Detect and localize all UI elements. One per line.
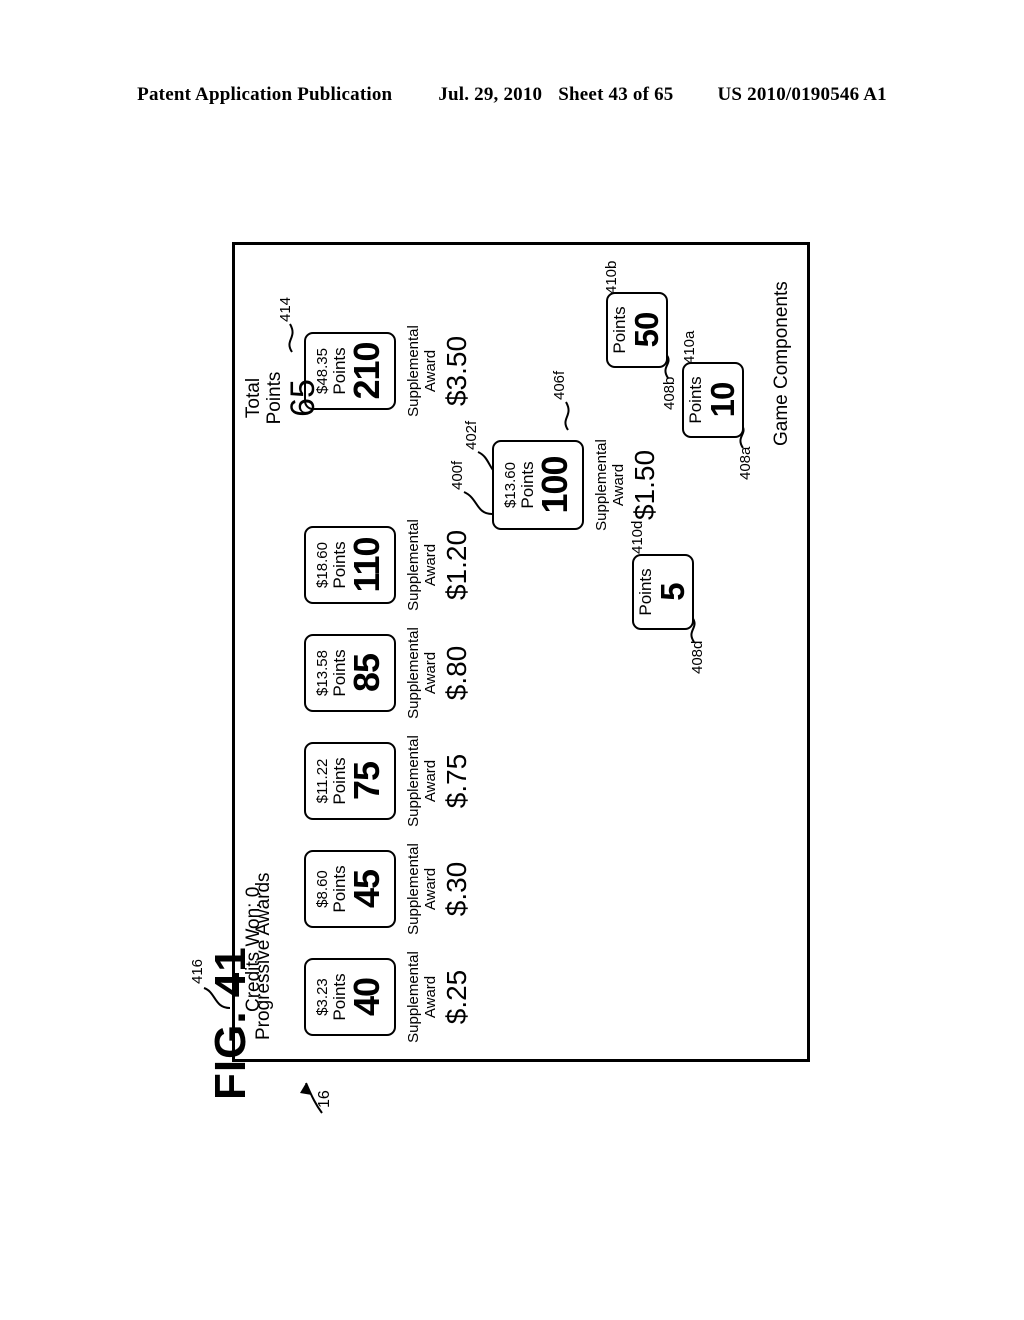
supplemental-award: Supplemental Award $3.50: [405, 322, 472, 420]
supplemental-value: $.75: [440, 753, 472, 809]
supplemental-value: $.25: [440, 969, 472, 1025]
progressive-award-box[interactable]: $18.60 Points 110: [304, 526, 396, 604]
ref-414: 414: [277, 296, 294, 322]
game-component-box[interactable]: Points 50: [606, 292, 668, 368]
award-amount: $3.23: [313, 978, 331, 1016]
progressive-award-box[interactable]: $8.60 Points 45: [304, 850, 396, 928]
award-points-value: 75: [346, 761, 388, 801]
patent-number: US 2010/0190546 A1: [717, 84, 887, 105]
award-points-value: 85: [346, 653, 388, 693]
supplemental-label-line2: Award: [421, 651, 439, 695]
selected-award-points-value: 100: [534, 456, 576, 514]
ref-410d: 410d: [629, 520, 646, 554]
component-points-label: Points: [686, 376, 706, 424]
supplemental-label-line1: Supplemental: [405, 735, 422, 827]
component-points-label: Points: [610, 306, 630, 354]
supplemental-label-line1: Supplemental: [405, 843, 422, 935]
selected-supplemental-award: Supplemental Award $1.50: [593, 434, 660, 536]
supplemental-label-line1: Supplemental: [405, 951, 422, 1043]
supplemental-label-line1: Supplemental: [405, 325, 422, 417]
award-points-value: 110: [346, 537, 388, 593]
progressive-award-box[interactable]: $3.23 Points 40: [304, 958, 396, 1036]
supplemental-label-line1: Supplemental: [593, 439, 610, 531]
award-points-value: 210: [346, 342, 388, 400]
component-points-label: Points: [636, 568, 656, 616]
supplemental-label-line2: Award: [421, 975, 439, 1019]
progressive-awards-title: Progressive Awards: [253, 872, 274, 1040]
leader-lines: [203, 295, 745, 1009]
supplemental-award: Supplemental Award $1.20: [405, 516, 472, 614]
total-points-value: 65: [283, 379, 322, 417]
ref-406f: 406f: [551, 370, 568, 400]
ref-416: 416: [189, 958, 206, 984]
game-component-box[interactable]: Points 10: [682, 362, 744, 438]
supplemental-label-line2: Award: [421, 759, 439, 803]
ref-410b: 410b: [603, 260, 620, 294]
supplemental-label-line1: Supplemental: [405, 627, 422, 719]
progressive-award-box[interactable]: $11.22 Points 75: [304, 742, 396, 820]
publication-date: Jul. 29, 2010: [438, 84, 543, 105]
supplemental-award: Supplemental Award $.80: [405, 624, 472, 722]
supplemental-label-line1: Supplemental: [405, 519, 422, 611]
game-components-title: Game Components: [771, 281, 792, 446]
total-points-label-line2: Points: [263, 371, 285, 425]
supplemental-award: Supplemental Award $.25: [405, 948, 472, 1046]
supplemental-award: Supplemental Award $.75: [405, 732, 472, 830]
ref-402f: 402f: [463, 420, 480, 450]
total-points-label-line1: Total: [243, 377, 264, 419]
ref-408d: 408d: [689, 640, 706, 674]
supplemental-value: $3.50: [440, 335, 472, 407]
award-amount: $8.60: [313, 870, 331, 908]
supplemental-value: $.80: [440, 645, 472, 701]
award-amount: $18.60: [313, 542, 331, 588]
supplemental-value: $1.20: [440, 529, 472, 601]
component-points-value: 5: [653, 583, 691, 601]
game-component-box[interactable]: Points 5: [632, 554, 694, 630]
patent-header: Patent Application Publication Jul. 29, …: [0, 84, 1024, 106]
supplemental-label-line2: Award: [421, 349, 439, 393]
total-points: Total Points 65: [243, 352, 322, 444]
supplemental-label-line2: Award: [421, 867, 439, 911]
component-points-value: 10: [703, 382, 741, 418]
ref-408b: 408b: [661, 376, 678, 410]
award-points-value: 40: [346, 977, 388, 1017]
award-amount: $11.22: [313, 758, 331, 804]
figure-caption: FIG. 41: [206, 946, 255, 1100]
ref-408a: 408a: [737, 446, 754, 480]
ref-400f: 400f: [449, 460, 466, 490]
figure-41: Credits Won: 0 416 Progressive Awards Ga…: [189, 210, 832, 1070]
award-points-value: 45: [346, 869, 388, 909]
supplemental-label-line2: Award: [421, 543, 439, 587]
award-amount: $13.58: [313, 650, 331, 696]
publication-label: Patent Application Publication: [137, 84, 393, 105]
supplemental-value: $.30: [440, 861, 472, 917]
ref-410a: 410a: [681, 330, 698, 364]
sheet-number: Sheet 43 of 65: [558, 84, 674, 105]
selected-award-box[interactable]: $13.60 Points 100: [492, 440, 584, 530]
selected-award-amount: $13.60: [501, 462, 519, 508]
supplemental-label-line2: Award: [609, 463, 627, 507]
ref-16: 16: [316, 1090, 333, 1108]
supplemental-award: Supplemental Award $.30: [405, 840, 472, 938]
progressive-award-box[interactable]: $13.58 Points 85: [304, 634, 396, 712]
component-points-value: 50: [627, 312, 665, 348]
